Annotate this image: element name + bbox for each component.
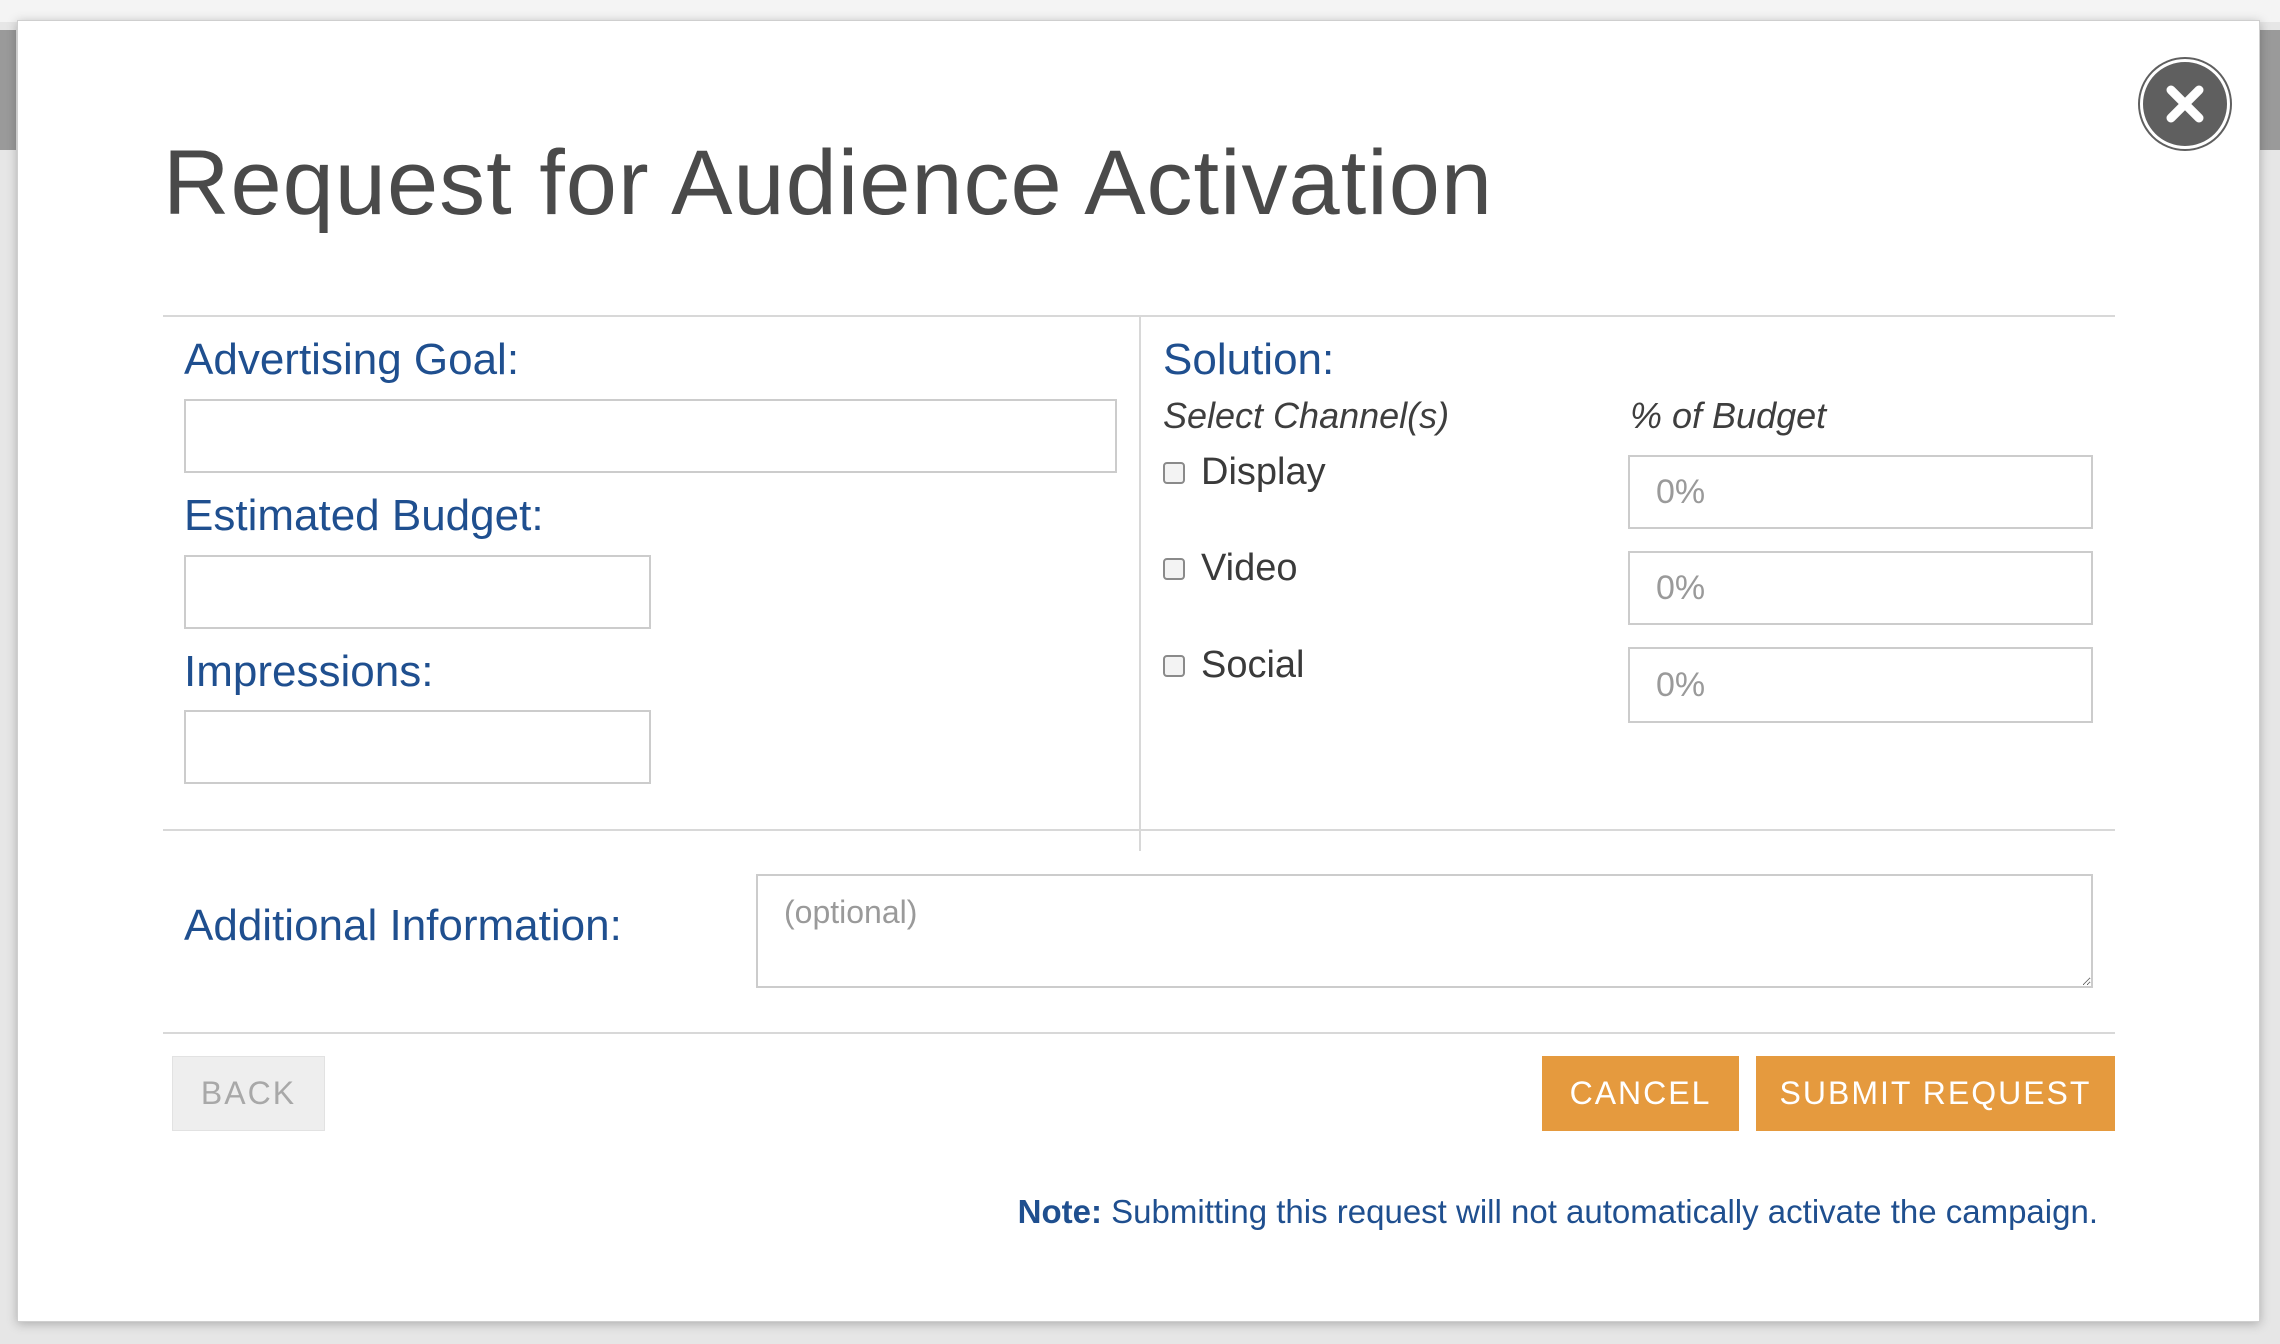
channel-display-label: Display: [1201, 451, 1326, 493]
channel-video-budget-input[interactable]: [1628, 551, 2093, 625]
back-button[interactable]: BACK: [172, 1056, 325, 1131]
channel-video-row[interactable]: Video: [1163, 547, 1298, 590]
channel-display-budget-input[interactable]: [1628, 455, 2093, 529]
modal-title: Request for Audience Activation: [163, 132, 1494, 234]
channel-social-checkbox[interactable]: [1163, 654, 1185, 677]
solution-label: Solution:: [1163, 335, 1335, 384]
background-panel-left: [0, 30, 16, 150]
channel-social-label: Social: [1201, 644, 1305, 686]
select-channels-header: Select Channel(s): [1163, 395, 1450, 436]
divider-vertical: [1139, 315, 1141, 851]
divider-bottom: [163, 1032, 2115, 1034]
divider-middle: [163, 829, 2115, 831]
channel-social-budget-input[interactable]: [1628, 647, 2093, 723]
background-toolbar: [0, 0, 2280, 22]
channel-social-row[interactable]: Social: [1163, 644, 1305, 687]
background-panel-right: [2260, 30, 2280, 150]
channel-display-checkbox[interactable]: [1163, 461, 1185, 484]
impressions-label: Impressions:: [184, 647, 434, 696]
submit-request-button[interactable]: SUBMIT REQUEST: [1756, 1056, 2115, 1131]
budget-percent-header: % of Budget: [1630, 395, 1827, 436]
channel-video-label: Video: [1201, 547, 1298, 589]
estimated-budget-label: Estimated Budget:: [184, 491, 544, 540]
activation-request-modal: Request for Audience Activation Advertis…: [17, 20, 2260, 1322]
note-text: Submitting this request will not automat…: [1102, 1193, 2098, 1230]
note-prefix: Note:: [1017, 1193, 1102, 1230]
channel-video-checkbox[interactable]: [1163, 557, 1185, 580]
advertising-goal-label: Advertising Goal:: [184, 335, 520, 384]
estimated-budget-input[interactable]: [184, 555, 651, 629]
impressions-input[interactable]: [184, 710, 651, 784]
advertising-goal-input[interactable]: [184, 399, 1117, 473]
submission-note: Note: Submitting this request will not a…: [1018, 1193, 2098, 1231]
cancel-button[interactable]: CANCEL: [1542, 1056, 1739, 1131]
additional-info-textarea[interactable]: [756, 874, 2093, 988]
additional-info-label: Additional Information:: [184, 901, 622, 950]
close-button[interactable]: [2140, 59, 2230, 149]
close-icon: [2166, 85, 2204, 123]
channel-display-row[interactable]: Display: [1163, 451, 1326, 494]
